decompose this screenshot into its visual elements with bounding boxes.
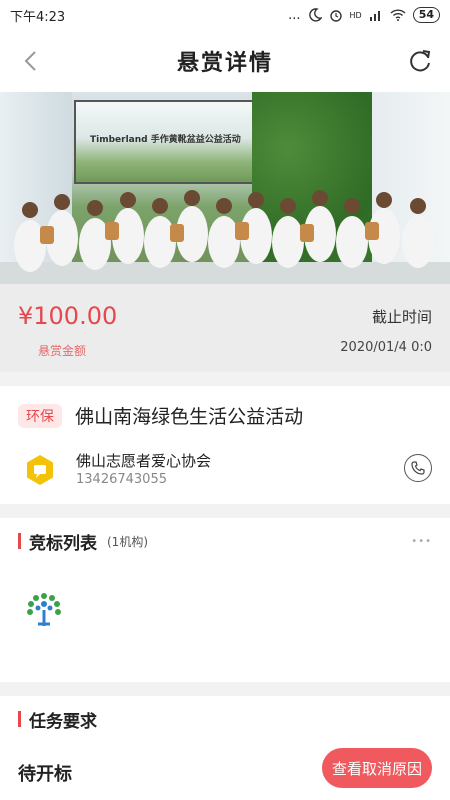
task-heading: 任务要求 xyxy=(29,711,97,732)
hero-crowd xyxy=(14,190,434,272)
hero-screen-caption: Timberland 手作黄靴盆益公益活动 xyxy=(90,135,241,145)
task-status: 待开标 xyxy=(18,764,72,785)
organizer-name: 佛山志愿者爱心协会 xyxy=(76,452,212,470)
bid-list-heading: 竞标列表 xyxy=(29,533,97,554)
bid-list-card: 竞标列表 (1机构) ••• xyxy=(0,518,450,682)
organizer-row[interactable]: 佛山志愿者爱心协会 13426743055 xyxy=(18,448,432,492)
battery-indicator: 54 xyxy=(412,7,440,23)
reward-amount-label: 悬赏金额 xyxy=(38,344,87,358)
bid-list-header: 竞标列表 (1机构) ••• xyxy=(0,518,450,564)
view-cancel-reason-button[interactable]: 查看取消原因 xyxy=(322,748,432,788)
deadline-value: 2020/01/4 0:0 xyxy=(340,340,432,355)
chevron-left-icon xyxy=(24,51,36,71)
more-dots-icon: ... xyxy=(288,7,301,23)
organizer-phone: 13426743055 xyxy=(76,472,167,487)
alarm-icon xyxy=(329,10,342,22)
call-button[interactable] xyxy=(404,454,432,482)
refresh-icon xyxy=(410,50,431,72)
section-accent-bar xyxy=(18,533,21,549)
reward-panel: ¥100.00 悬赏金额 截止时间 2020/01/4 0:0 xyxy=(0,284,450,372)
deadline-label: 截止时间 xyxy=(371,308,432,326)
organizer-badge-icon xyxy=(27,455,53,485)
refresh-button[interactable] xyxy=(404,45,436,77)
phone-icon xyxy=(411,461,425,475)
bidder-logo-icon[interactable] xyxy=(24,590,64,630)
more-options-icon[interactable]: ••• xyxy=(411,536,432,547)
status-bar: 下午4:23 ... HD 54 xyxy=(0,0,450,30)
bid-count: (1机构) xyxy=(107,534,148,549)
title-bar: 悬赏详情 xyxy=(0,30,450,92)
signal-icon xyxy=(369,11,380,21)
status-time: 下午4:23 xyxy=(10,9,66,25)
moon-icon xyxy=(308,8,322,22)
wifi-icon xyxy=(390,9,406,21)
activity-card: 环保 佛山南海绿色生活公益活动 佛山志愿者爱心协会 13426743055 xyxy=(0,386,450,504)
status-icons: ... HD 54 xyxy=(288,7,440,23)
task-header: 任务要求 xyxy=(0,696,450,742)
activity-title: 佛山南海绿色生活公益活动 xyxy=(75,406,304,428)
hero-image: Timberland 手作黄靴盆益公益活动 xyxy=(0,92,450,284)
back-button[interactable] xyxy=(14,45,46,77)
section-accent-bar xyxy=(18,711,21,727)
page-title: 悬赏详情 xyxy=(176,51,273,76)
category-tag: 环保 xyxy=(18,403,62,428)
network-label: HD xyxy=(349,10,362,20)
reward-amount: ¥100.00 xyxy=(18,302,118,330)
task-card: 任务要求 待开标 查看取消原因 xyxy=(0,696,450,800)
